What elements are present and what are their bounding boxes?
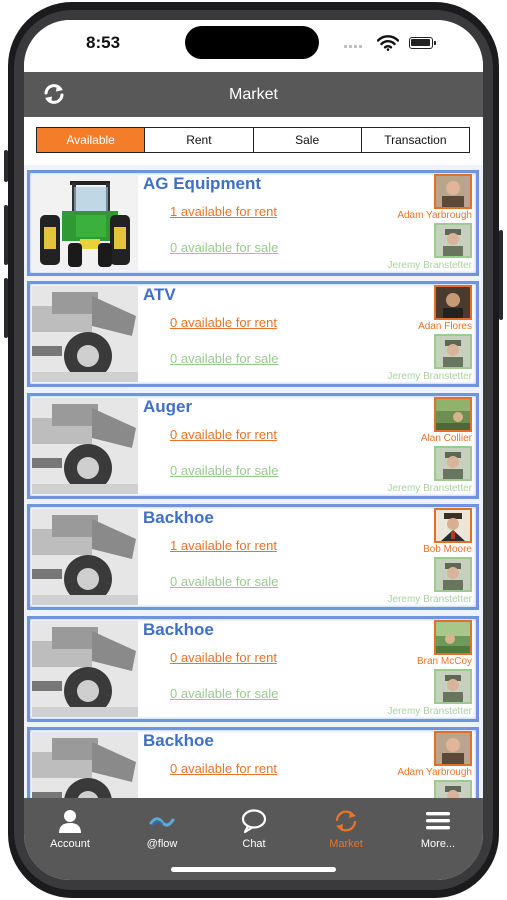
sale-availability-link[interactable]: 0 available for sale [170, 351, 278, 366]
tab-market[interactable]: Market [300, 798, 392, 858]
seller-avatar[interactable] [434, 557, 472, 592]
rent-availability-link[interactable]: 0 available for rent [170, 315, 277, 330]
listing-card[interactable]: Backhoe 0 available for rent 0 available… [27, 616, 479, 722]
person-icon [59, 810, 81, 833]
equipment-thumbnail [32, 509, 138, 605]
market-icon [335, 810, 357, 832]
owner-avatar[interactable] [434, 285, 472, 320]
listing-title: AG Equipment [143, 174, 262, 193]
battery-icon [409, 37, 436, 49]
listing-card[interactable]: AG Equipment 1 available for rent 0 avai… [27, 170, 479, 276]
listing-card[interactable]: Auger 0 available for rent 0 available f… [27, 393, 479, 499]
screen: 8:53 Market Available Rent Sale Transact… [24, 20, 483, 880]
volume-down-button [4, 278, 8, 338]
seller-avatar[interactable] [434, 669, 472, 704]
seller-avatar[interactable] [434, 223, 472, 258]
tab-transaction[interactable]: Transaction [360, 128, 469, 152]
chat-bubble-icon [241, 809, 267, 834]
equipment-thumbnail [32, 286, 138, 382]
listing-title: Backhoe [143, 731, 214, 750]
listing-title: Backhoe [143, 620, 214, 639]
seller-avatar[interactable] [434, 446, 472, 481]
listing-card[interactable]: Backhoe 0 available for rent Adam Yarbro… [27, 727, 479, 798]
owner-name: Alan Collier [420, 433, 472, 444]
status-time: 8:53 [86, 33, 121, 52]
sale-availability-link[interactable]: 0 available for sale [170, 463, 278, 478]
tab-sale[interactable]: Sale [252, 128, 361, 152]
rent-availability-link[interactable]: 0 available for rent [170, 761, 277, 776]
listing-title: ATV [143, 285, 176, 304]
sale-availability-link[interactable]: 0 available for sale [170, 240, 278, 255]
tab-label: Market [329, 838, 363, 850]
owner-avatar[interactable] [434, 508, 472, 543]
app-header: Market [24, 72, 483, 117]
tab-flow[interactable]: @flow [116, 798, 208, 858]
owner-name: Adam Yarbrough [397, 767, 472, 778]
owner-avatar[interactable] [434, 620, 472, 655]
sale-availability-link[interactable]: 0 available for sale [170, 686, 278, 701]
listing-title: Backhoe [143, 508, 214, 527]
rent-availability-link[interactable]: 0 available for rent [170, 427, 277, 442]
listing-title: Auger [143, 397, 193, 416]
rent-availability-link[interactable]: 0 available for rent [170, 650, 277, 665]
listing-list[interactable]: AG Equipment 1 available for rent 0 avai… [24, 165, 483, 798]
owner-name: Adam Yarbrough [397, 210, 472, 221]
owner-name: Bob Moore [423, 544, 472, 555]
seller-name: Jeremy Branstetter [387, 260, 472, 271]
home-indicator[interactable] [171, 867, 336, 872]
listing-card[interactable]: ATV 0 available for rent 0 available for… [27, 281, 479, 387]
equipment-thumbnail [32, 732, 138, 798]
tab-account[interactable]: Account [24, 798, 116, 858]
flow-icon [149, 817, 175, 827]
seller-name: Jeremy Branstetter [387, 706, 472, 717]
rent-availability-link[interactable]: 1 available for rent [170, 204, 277, 219]
seller-avatar[interactable] [434, 780, 472, 798]
cellular-signal-icon [344, 42, 368, 48]
mute-switch [4, 150, 8, 182]
tab-label: Account [50, 838, 90, 850]
tab-label: @flow [146, 838, 178, 850]
tab-available[interactable]: Available [37, 128, 145, 152]
tab-label: Chat [242, 838, 266, 850]
owner-name: Adan Flores [418, 321, 472, 332]
seller-name: Jeremy Branstetter [387, 483, 472, 494]
volume-up-button [4, 205, 8, 265]
segmented-control: Available Rent Sale Transaction [36, 127, 470, 153]
sale-availability-link[interactable]: 0 available for sale [170, 574, 278, 589]
bottom-tab-bar: Account @flow Chat Market More... [24, 798, 483, 880]
owner-name: Bran McCoy [416, 656, 472, 667]
owner-avatar[interactable] [434, 397, 472, 432]
menu-icon [426, 812, 450, 830]
owner-avatar[interactable] [434, 731, 472, 766]
listing-card[interactable]: Backhoe 1 available for rent 0 available… [27, 504, 479, 610]
page-title: Market [229, 86, 278, 103]
tab-chat[interactable]: Chat [208, 798, 300, 858]
tab-rent[interactable]: Rent [144, 128, 252, 152]
dynamic-island [185, 26, 319, 59]
equipment-thumbnail [32, 398, 138, 494]
power-button [499, 230, 503, 320]
rent-availability-link[interactable]: 1 available for rent [170, 538, 277, 553]
seller-name: Jeremy Branstetter [387, 371, 472, 382]
seller-avatar[interactable] [434, 334, 472, 369]
tab-more[interactable]: More... [392, 798, 483, 858]
tab-label: More... [420, 838, 456, 850]
seller-name: Jeremy Branstetter [387, 594, 472, 605]
tractor-thumbnail [32, 175, 138, 271]
owner-avatar[interactable] [434, 174, 472, 209]
equipment-thumbnail [32, 621, 138, 717]
status-bar: 8:53 [24, 20, 483, 72]
segment-bar: Available Rent Sale Transaction [24, 117, 483, 165]
wifi-icon [377, 35, 399, 51]
